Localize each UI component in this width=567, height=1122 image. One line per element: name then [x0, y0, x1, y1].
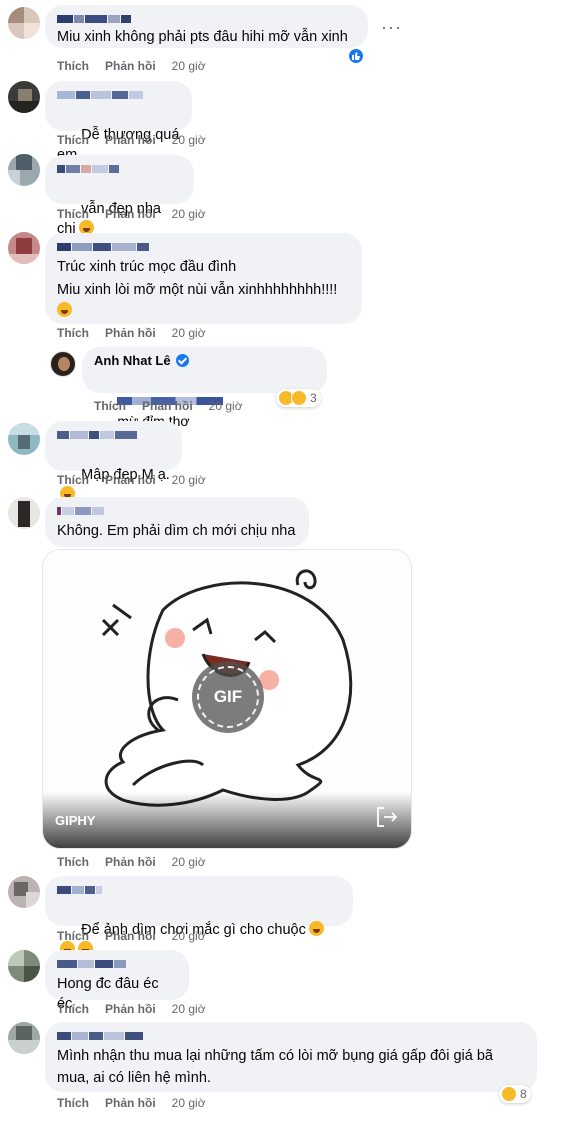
comment-bubble: vẫn đẹp nha chị [45, 155, 194, 237]
like-link[interactable]: Thích [57, 1096, 89, 1110]
giphy-label[interactable]: GIPHY [55, 813, 95, 828]
timestamp[interactable]: 20 giờ [172, 59, 206, 73]
comment-actions: Thích Phản hồi 20 giờ [57, 1096, 206, 1110]
avatar[interactable] [8, 154, 40, 186]
more-options-icon[interactable]: ··· [381, 17, 402, 38]
avatar[interactable] [8, 423, 40, 455]
timestamp[interactable]: 20 giờ [172, 133, 206, 147]
avatar[interactable] [8, 1022, 40, 1054]
like-link[interactable]: Thích [57, 207, 89, 221]
avatar[interactable] [8, 232, 40, 264]
comment-actions: Thích Phản hồi 20 giờ [57, 1002, 206, 1016]
comment-actions: Thích Phản hồi 20 giờ [57, 929, 206, 943]
comment-bubble: Dễ thương quá em [45, 81, 192, 181]
comment-actions: Thích Phản hồi 20 giờ [57, 855, 206, 869]
haha-reaction-icon [501, 1086, 517, 1102]
comment-bubble: Hong đc đâu éc éc [45, 950, 189, 1012]
reply-link[interactable]: Phản hồi [105, 929, 156, 943]
author-name-blurred[interactable] [57, 240, 350, 254]
comment-actions: Thích Phản hồi 20 giờ [57, 326, 206, 340]
author-name-blurred[interactable] [57, 88, 180, 102]
avatar[interactable] [50, 351, 76, 377]
reaction-summary[interactable]: 3 [276, 389, 321, 407]
verified-badge-icon [175, 354, 189, 367]
comment-actions: Thích Phản hồi 20 giờ [57, 59, 206, 73]
wow-reaction-icon [291, 390, 307, 406]
reply-link[interactable]: Phản hồi [105, 1002, 156, 1016]
author-name[interactable]: Anh Nhat Lê [94, 353, 171, 368]
comment-text: Không. Em phải dìm ch mới chịu nha [57, 523, 296, 539]
author-name-blurred[interactable] [57, 12, 356, 26]
comment-bubble: Không. Em phải dìm ch mới chịu nha [45, 497, 309, 547]
comment-bubble: Mình nhận thu mua lại những tấm có lòi m… [45, 1022, 537, 1092]
comment-actions: Thích Phản hồi 20 giờ [57, 473, 206, 487]
comment-text-line-2: Miu xinh lòi mỡ một nùi vẫn xinhhhhhhhh!… [57, 282, 338, 298]
timestamp[interactable]: 20 giờ [209, 399, 243, 413]
comment-text-line-2: mua, ai có liên hệ mình. [57, 1070, 211, 1086]
comment-actions: Thích Phản hồi 20 giờ [94, 399, 243, 413]
like-link[interactable]: Thích [57, 326, 89, 340]
like-reaction-icon[interactable] [347, 47, 365, 65]
timestamp[interactable]: 20 giờ [172, 207, 206, 221]
gif-attachment[interactable]: GIF GIPHY [42, 549, 412, 849]
like-link[interactable]: Thích [57, 473, 89, 487]
reply-link[interactable]: Phản hồi [105, 855, 156, 869]
avatar[interactable] [8, 950, 40, 982]
avatar[interactable] [8, 497, 40, 529]
timestamp[interactable]: 20 giờ [172, 855, 206, 869]
gif-footer [43, 792, 411, 848]
like-link[interactable]: Thích [57, 133, 89, 147]
comment-text: Miu xinh không phải pts đâu hihi mỡ vẫn … [57, 29, 348, 45]
reaction-count: 8 [520, 1087, 527, 1101]
author-name-blurred[interactable] [57, 1029, 525, 1043]
comment-text-line-1: Trúc xinh trúc mọc đầu đình [57, 259, 237, 275]
comment-bubble: Để ảnh dìm chơi mắc gì cho chuộc [45, 876, 353, 956]
reply-link[interactable]: Phản hồi [105, 473, 156, 487]
timestamp[interactable]: 20 giờ [172, 1002, 206, 1016]
comment-actions: Thích Phản hồi 20 giờ [57, 207, 206, 221]
reply-link[interactable]: Phản hồi [105, 133, 156, 147]
avatar[interactable] [8, 876, 40, 908]
open-external-icon[interactable] [375, 805, 399, 834]
comment-bubble: Miu xinh không phải pts đâu hihi mỡ vẫn … [45, 5, 368, 48]
reply-link[interactable]: Phản hồi [105, 207, 156, 221]
reply-link[interactable]: Phản hồi [142, 399, 193, 413]
timestamp[interactable]: 20 giờ [172, 1096, 206, 1110]
like-link[interactable]: Thích [57, 59, 89, 73]
author-name-blurred[interactable] [57, 883, 341, 897]
author-name-blurred[interactable] [57, 162, 182, 176]
like-link[interactable]: Thích [94, 399, 126, 413]
avatar[interactable] [8, 81, 40, 113]
timestamp[interactable]: 20 giờ [172, 326, 206, 340]
comment-actions: Thích Phản hồi 20 giờ [57, 133, 206, 147]
like-link[interactable]: Thích [57, 855, 89, 869]
reply-link[interactable]: Phản hồi [105, 1096, 156, 1110]
astonished-emoji-icon [308, 921, 324, 936]
avatar[interactable] [8, 7, 40, 39]
comment-bubble: Anh Nhat Lê mừ đỉm thơ [82, 347, 327, 448]
timestamp[interactable]: 20 giờ [172, 473, 206, 487]
author-name-blurred[interactable] [57, 957, 177, 971]
grinning-emoji-icon [57, 302, 72, 317]
comment-bubble: Trúc xinh trúc mọc đầu đình Miu xinh lòi… [45, 233, 362, 324]
reply-link[interactable]: Phản hồi [105, 326, 156, 340]
gif-badge-label: GIF [213, 687, 243, 706]
like-link[interactable]: Thích [57, 1002, 89, 1016]
timestamp[interactable]: 20 giờ [172, 929, 206, 943]
comment-text-line-1: Mình nhận thu mua lại những tấm có lòi m… [57, 1048, 493, 1064]
like-link[interactable]: Thích [57, 929, 89, 943]
gif-play-badge[interactable]: GIF [192, 661, 264, 733]
reaction-count: 3 [310, 391, 317, 405]
comment-bubble: Mập đẹp M ạ. [45, 421, 182, 501]
reaction-summary[interactable]: 8 [499, 1085, 531, 1103]
reply-link[interactable]: Phản hồi [105, 59, 156, 73]
author-name-blurred[interactable] [57, 428, 170, 442]
author-name-blurred[interactable] [57, 504, 297, 518]
